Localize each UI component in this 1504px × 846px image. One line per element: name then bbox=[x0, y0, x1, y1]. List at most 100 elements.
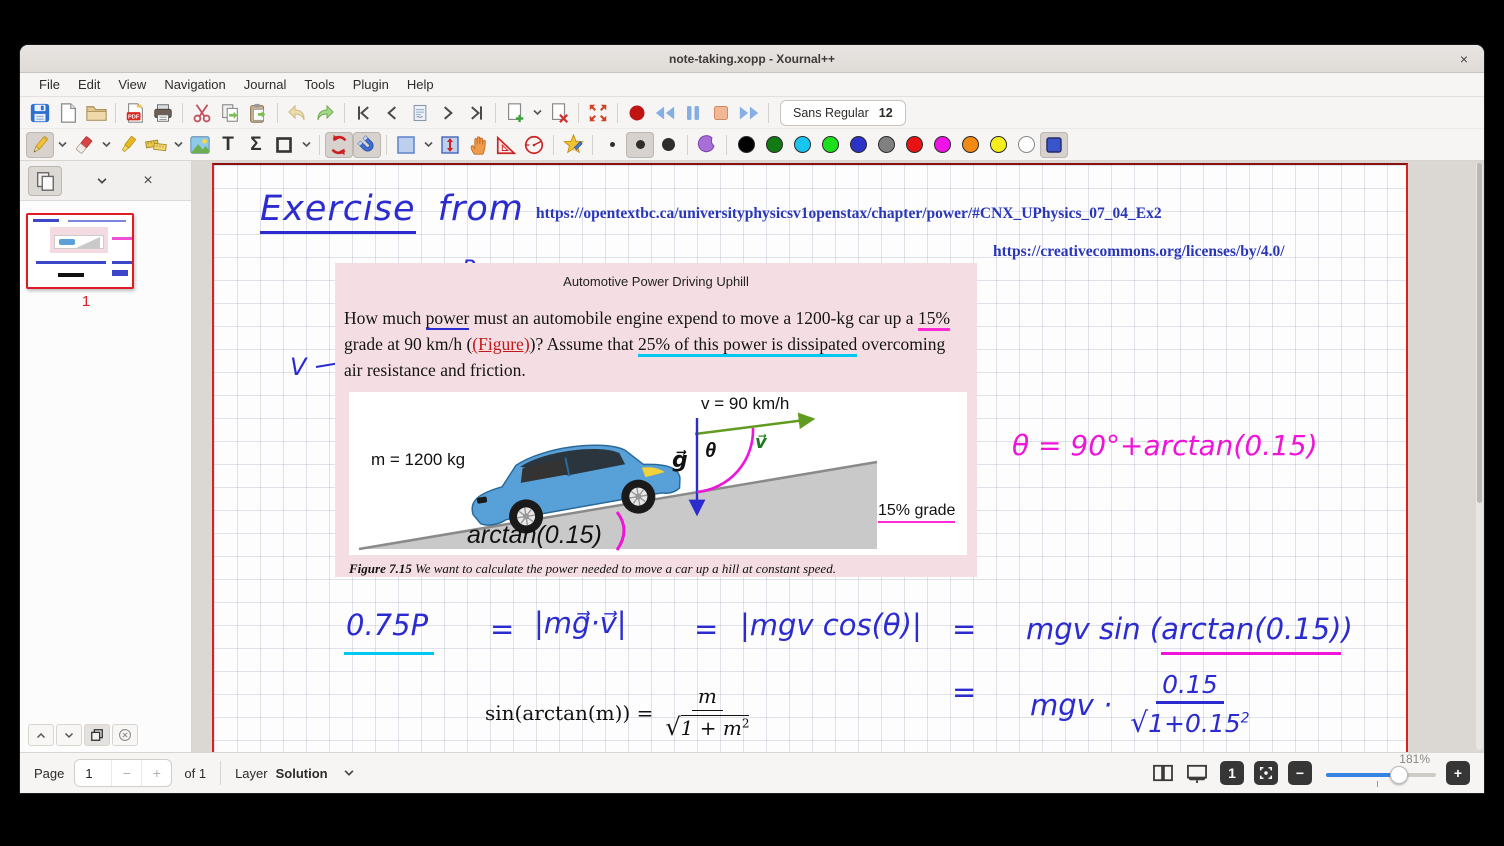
canvas-area[interactable]: Exercise from https://opentextbc.ca/univ… bbox=[192, 161, 1484, 752]
font-size: 12 bbox=[879, 106, 893, 120]
setsquare-button[interactable] bbox=[492, 132, 520, 158]
document-page[interactable]: Exercise from https://opentextbc.ca/univ… bbox=[212, 163, 1408, 752]
menu-edit[interactable]: Edit bbox=[69, 74, 109, 95]
layer-value[interactable]: Solution bbox=[276, 766, 328, 781]
page-increment-button[interactable]: + bbox=[141, 760, 171, 786]
copy-button[interactable] bbox=[216, 100, 244, 126]
fullscreen-button[interactable] bbox=[584, 100, 612, 126]
fill-button[interactable] bbox=[693, 132, 721, 158]
sidebar-close-button[interactable]: × bbox=[134, 168, 162, 194]
zoom-slider-knob[interactable] bbox=[1390, 766, 1408, 784]
color-magenta-button[interactable] bbox=[928, 132, 956, 158]
menu-view[interactable]: View bbox=[109, 74, 155, 95]
sidebar-close-page-button[interactable] bbox=[112, 724, 138, 746]
goto-annotated-page-button[interactable] bbox=[406, 100, 434, 126]
color-gray-button[interactable] bbox=[872, 132, 900, 158]
page-number-input[interactable] bbox=[75, 760, 111, 786]
zoom-fit-button[interactable] bbox=[1254, 761, 1278, 785]
color-white-button[interactable] bbox=[1012, 132, 1040, 158]
page-decrement-button[interactable]: − bbox=[111, 760, 141, 786]
insert-image-button[interactable] bbox=[186, 132, 214, 158]
scrollbar-thumb[interactable] bbox=[1477, 163, 1482, 503]
sidebar-down-button[interactable] bbox=[56, 724, 82, 746]
color-darkgreen-button[interactable] bbox=[760, 132, 788, 158]
new-document-button[interactable] bbox=[54, 100, 82, 126]
thickness-medium-button[interactable] bbox=[626, 132, 654, 158]
save-button[interactable] bbox=[26, 100, 54, 126]
shape-tool-button[interactable] bbox=[270, 132, 298, 158]
color-red-button[interactable] bbox=[900, 132, 928, 158]
color-black-button[interactable] bbox=[732, 132, 760, 158]
eraser-tool-button[interactable] bbox=[70, 132, 98, 158]
stop-button[interactable] bbox=[707, 100, 735, 126]
sidebar-duplicate-button[interactable] bbox=[84, 724, 110, 746]
tex-tool-button[interactable]: Σ bbox=[242, 132, 270, 158]
delete-page-button[interactable] bbox=[545, 100, 573, 126]
zoom-slider[interactable] bbox=[1326, 773, 1436, 777]
ruler-tool-button[interactable] bbox=[142, 132, 170, 158]
add-page-button[interactable] bbox=[501, 100, 529, 126]
menu-navigation[interactable]: Navigation bbox=[155, 74, 234, 95]
pen-dropdown[interactable] bbox=[54, 132, 70, 158]
figure-link[interactable]: (Figure) bbox=[472, 334, 529, 354]
thickness-fine-button[interactable] bbox=[598, 132, 626, 158]
page-thumbnail[interactable] bbox=[26, 213, 134, 289]
text-tool-button[interactable]: T bbox=[214, 132, 242, 158]
zoom-100-button[interactable]: 1 bbox=[1220, 761, 1244, 785]
vertical-space-button[interactable] bbox=[436, 132, 464, 158]
sidebar-dropdown[interactable] bbox=[94, 168, 110, 194]
previous-page-button[interactable] bbox=[378, 100, 406, 126]
ruler-dropdown[interactable] bbox=[170, 132, 186, 158]
record-button[interactable] bbox=[623, 100, 651, 126]
shape-recognizer-button[interactable] bbox=[559, 132, 587, 158]
next-page-button[interactable] bbox=[434, 100, 462, 126]
shape-dropdown[interactable] bbox=[298, 132, 314, 158]
zoom-out-button[interactable]: − bbox=[1288, 761, 1312, 785]
compass-button[interactable] bbox=[520, 132, 548, 158]
select-rect-button[interactable] bbox=[392, 132, 420, 158]
highlighter-tool-button[interactable] bbox=[114, 132, 142, 158]
open-button[interactable] bbox=[82, 100, 110, 126]
separator bbox=[344, 103, 345, 123]
redo-button[interactable] bbox=[311, 100, 339, 126]
fast-forward-button[interactable] bbox=[735, 100, 763, 126]
pause-button[interactable] bbox=[679, 100, 707, 126]
dual-page-button[interactable] bbox=[1150, 761, 1176, 785]
hand-tool-button[interactable] bbox=[464, 132, 492, 158]
rewind-button[interactable] bbox=[651, 100, 679, 126]
color-yellow-button[interactable] bbox=[984, 132, 1012, 158]
thickness-thick-button[interactable] bbox=[654, 132, 682, 158]
menu-help[interactable]: Help bbox=[398, 74, 443, 95]
select-dropdown[interactable] bbox=[420, 132, 436, 158]
last-page-button[interactable] bbox=[462, 100, 490, 126]
menu-file[interactable]: File bbox=[30, 74, 69, 95]
cut-button[interactable] bbox=[188, 100, 216, 126]
add-page-dropdown[interactable] bbox=[529, 100, 545, 126]
layer-dropdown[interactable] bbox=[336, 761, 362, 785]
grid-snapping-button[interactable] bbox=[353, 132, 381, 158]
export-pdf-button[interactable]: PDF bbox=[121, 100, 149, 126]
zoom-in-button[interactable]: + bbox=[1446, 761, 1470, 785]
thumbnail-panel: 1 bbox=[20, 201, 191, 310]
font-button[interactable]: Sans Regular 12 bbox=[780, 100, 906, 126]
undo-button[interactable] bbox=[283, 100, 311, 126]
menu-journal[interactable]: Journal bbox=[235, 74, 296, 95]
presentation-button[interactable] bbox=[1184, 761, 1210, 785]
sidebar-up-button[interactable] bbox=[28, 724, 54, 746]
color-cyan-button[interactable] bbox=[788, 132, 816, 158]
color-orange-button[interactable] bbox=[956, 132, 984, 158]
eraser-dropdown[interactable] bbox=[98, 132, 114, 158]
window-close-button[interactable]: × bbox=[1454, 49, 1474, 69]
menu-plugin[interactable]: Plugin bbox=[344, 74, 398, 95]
vertical-scrollbar[interactable] bbox=[1476, 163, 1483, 750]
color-chooser-button[interactable] bbox=[1040, 132, 1068, 158]
menu-tools[interactable]: Tools bbox=[295, 74, 343, 95]
pen-tool-button[interactable] bbox=[26, 132, 54, 158]
rotation-snapping-button[interactable] bbox=[325, 132, 353, 158]
first-page-button[interactable] bbox=[350, 100, 378, 126]
color-green-button[interactable] bbox=[816, 132, 844, 158]
color-blue-button[interactable] bbox=[844, 132, 872, 158]
paste-button[interactable] bbox=[244, 100, 272, 126]
sidebar-pages-tab[interactable] bbox=[28, 166, 62, 196]
print-button[interactable] bbox=[149, 100, 177, 126]
